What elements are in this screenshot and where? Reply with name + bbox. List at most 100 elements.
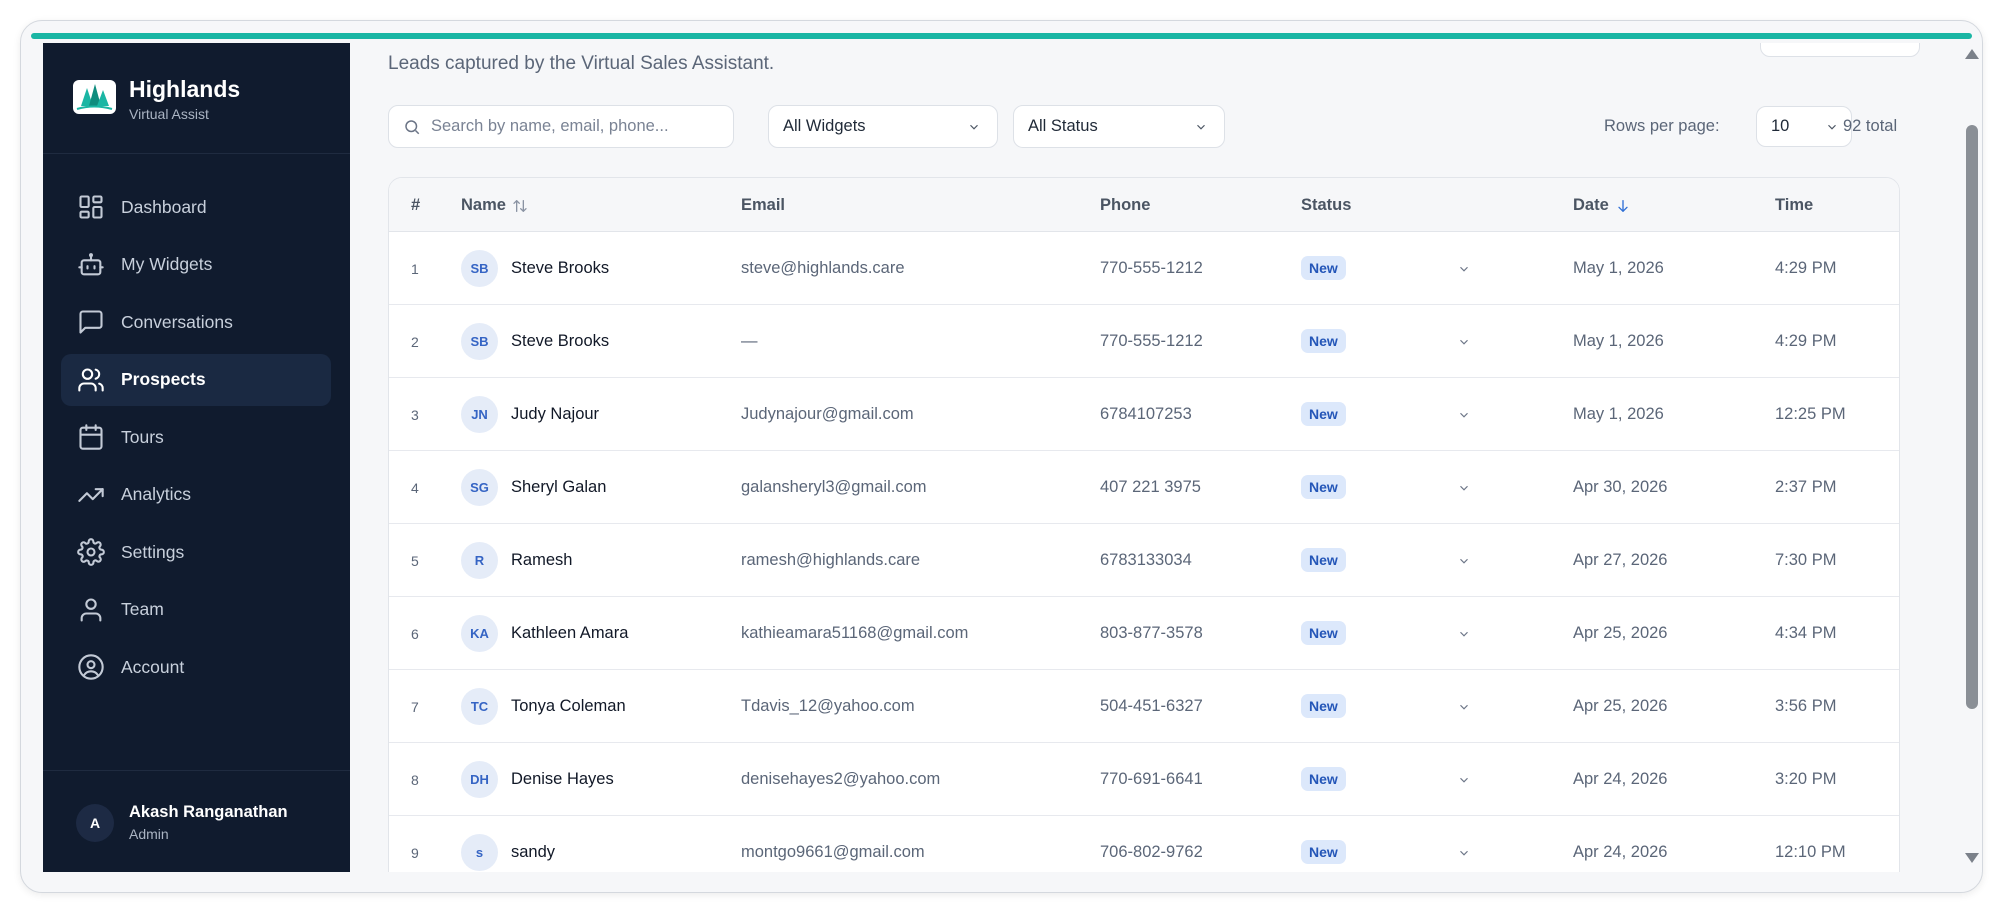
sidebar-item-label: Prospects: [121, 369, 206, 389]
page-subtitle: Leads captured by the Virtual Sales Assi…: [388, 53, 775, 74]
users-icon: [78, 367, 104, 392]
prospect-time: 12:10 PM: [1775, 843, 1846, 861]
header-action-button[interactable]: [1760, 43, 1920, 57]
prospect-date: May 1, 2026: [1573, 332, 1664, 350]
prospect-date: Apr 27, 2026: [1573, 551, 1668, 569]
user-profile[interactable]: A Akash Ranganathan Admin: [43, 770, 350, 872]
prospect-email: ramesh@highlands.care: [741, 551, 921, 569]
sidebar-nav: Dashboard My Widgets Conversations Prosp…: [61, 181, 331, 699]
app-window: Highlands Virtual Assist Dashboard My Wi…: [20, 20, 1983, 893]
rows-per-page-label: Rows per page:: [1604, 117, 1720, 135]
scroll-down-arrow-icon[interactable]: [1965, 853, 1979, 863]
status-badge: New: [1301, 256, 1346, 280]
prospect-date: Apr 25, 2026: [1573, 697, 1668, 715]
prospect-email: kathieamara51168@gmail.com: [741, 624, 969, 642]
chevron-down-icon[interactable]: [1457, 481, 1471, 495]
scroll-up-arrow-icon[interactable]: [1965, 49, 1979, 59]
chevron-down-icon[interactable]: [1457, 262, 1471, 276]
sidebar-item-label: Analytics: [121, 484, 192, 504]
chevron-down-icon[interactable]: [1457, 554, 1471, 568]
chevron-down-icon: [1828, 124, 1836, 130]
prospect-email: montgo9661@gmail.com: [741, 843, 925, 861]
prospect-name: Sheryl Galan: [511, 478, 607, 496]
scrollbar-thumb[interactable]: [1966, 125, 1978, 709]
user-name: Akash Ranganathan: [129, 803, 288, 821]
sidebar: Highlands Virtual Assist Dashboard My Wi…: [43, 43, 350, 872]
prospect-name: Denise Hayes: [511, 770, 614, 788]
table-row[interactable]: 5 R Ramesh ramesh@highlands.care 6783133034 N…: [389, 524, 1899, 597]
column-header-name-label: Name: [461, 196, 506, 214]
sidebar-item-settings[interactable]: Settings: [61, 526, 331, 578]
sidebar-item-label: My Widgets: [121, 254, 213, 274]
status-select[interactable]: All Status: [1013, 105, 1225, 148]
avatar: SB: [461, 250, 498, 287]
status-badge: New: [1301, 402, 1346, 426]
chevron-down-icon[interactable]: [1457, 408, 1471, 422]
prospect-email: Tdavis_12@yahoo.com: [741, 697, 915, 715]
table-row[interactable]: 7 TC Tonya Coleman Tdavis_12@yahoo.com 504-4…: [389, 670, 1899, 743]
row-index: 5: [411, 553, 419, 569]
row-index: 1: [411, 261, 419, 277]
prospect-date: May 1, 2026: [1573, 259, 1664, 277]
column-header-email: Email: [741, 196, 786, 214]
chevron-down-icon[interactable]: [1457, 773, 1471, 787]
table-row[interactable]: 6 KA Kathleen Amara kathieamara51168@gmail.…: [389, 597, 1899, 670]
brand: Highlands Virtual Assist: [43, 43, 350, 154]
chevron-down-icon[interactable]: [1457, 846, 1471, 860]
sidebar-item-conversations[interactable]: Conversations: [61, 296, 331, 348]
column-header-date[interactable]: Date: [1573, 196, 1631, 215]
avatar: SG: [461, 469, 498, 506]
prospect-time: 3:20 PM: [1775, 770, 1837, 788]
status-badge: New: [1301, 475, 1346, 499]
rows-per-page-select[interactable]: 10: [1756, 106, 1852, 147]
search-box[interactable]: [388, 105, 734, 148]
sidebar-item-prospects[interactable]: Prospects: [61, 353, 331, 406]
sidebar-item-team[interactable]: Team: [61, 584, 331, 636]
table-row[interactable]: 3 JN Judy Najour Judynajour@gmail.com 678410…: [389, 378, 1899, 451]
avatar: JN: [461, 396, 498, 433]
table-row[interactable]: 2 SB Steve Brooks — 770-555-1212 New May 1, 20…: [389, 305, 1899, 378]
prospect-name: Kathleen Amara: [511, 624, 629, 642]
sidebar-item-analytics[interactable]: Analytics: [61, 469, 331, 521]
prospect-name: Steve Brooks: [511, 332, 610, 350]
status-badge: New: [1301, 767, 1346, 791]
prospect-phone: 6784107253: [1100, 405, 1192, 423]
prospect-email: —: [741, 332, 758, 350]
column-header-phone: Phone: [1100, 196, 1151, 214]
prospect-time: 7:30 PM: [1775, 551, 1837, 569]
user-icon: [80, 597, 102, 622]
chevron-down-icon[interactable]: [1457, 627, 1471, 641]
sidebar-item-dashboard[interactable]: Dashboard: [61, 181, 331, 233]
prospect-phone: 770-691-6641: [1100, 770, 1203, 788]
column-header-date-label: Date: [1573, 196, 1609, 214]
prospect-date: Apr 24, 2026: [1573, 843, 1668, 861]
row-index: 6: [411, 626, 419, 642]
user-role: Admin: [129, 826, 169, 842]
sidebar-item-my-widgets[interactable]: My Widgets: [61, 239, 331, 291]
prospect-email: denisehayes2@yahoo.com: [741, 770, 941, 788]
table-header: # Name Email Phone Status Date Time: [389, 178, 1899, 232]
table-row[interactable]: 4 SG Sheryl Galan galansheryl3@gmail.com 407…: [389, 451, 1899, 524]
user-circle-icon: [78, 654, 104, 680]
chevron-down-icon[interactable]: [1457, 335, 1471, 349]
avatar: R: [461, 542, 498, 579]
search-input[interactable]: [431, 117, 721, 136]
sidebar-item-tours[interactable]: Tours: [61, 411, 331, 463]
table-row[interactable]: 1 SB Steve Brooks steve@highlands.care 770-5…: [389, 232, 1899, 305]
table-row[interactable]: 8 DH Denise Hayes denisehayes2@yahoo.com 770…: [389, 743, 1899, 816]
chevron-down-icon[interactable]: [1457, 700, 1471, 714]
prospect-phone: 803-877-3578: [1100, 624, 1203, 642]
prospect-phone: 770-555-1212: [1100, 332, 1203, 350]
prospect-date: Apr 30, 2026: [1573, 478, 1668, 496]
table-row[interactable]: 9 s sandy montgo9661@gmail.com 706-802-9762 N…: [389, 816, 1899, 872]
column-header-name[interactable]: Name: [461, 196, 528, 215]
status-badge: New: [1301, 840, 1346, 864]
status-badge: New: [1301, 694, 1346, 718]
row-index: 9: [411, 845, 419, 861]
widget-select[interactable]: All Widgets: [768, 105, 998, 148]
avatar: TC: [461, 688, 498, 725]
sidebar-item-label: Settings: [121, 541, 185, 562]
sidebar-item-account[interactable]: Account: [61, 641, 331, 693]
prospect-phone: 6783133034: [1100, 551, 1192, 569]
prospect-time: 4:29 PM: [1775, 259, 1837, 277]
